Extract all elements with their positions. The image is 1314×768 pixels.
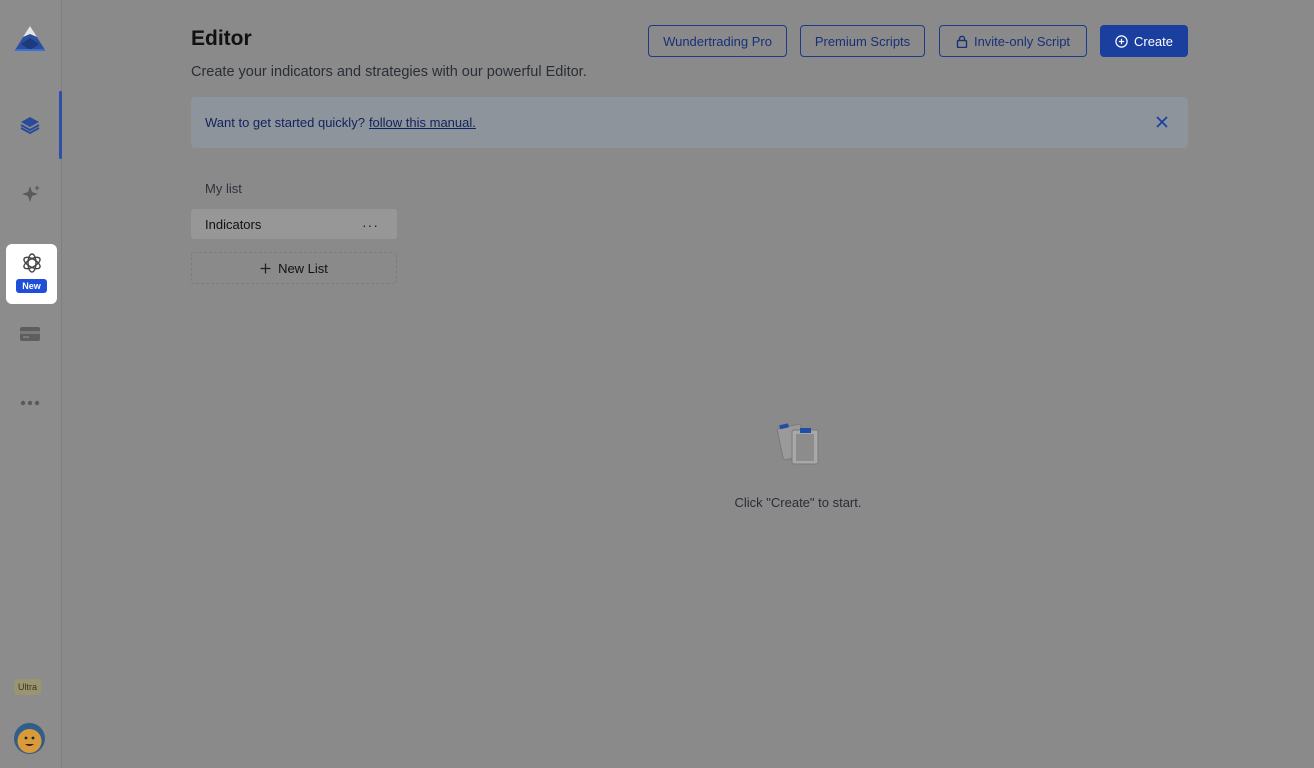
new-list-button[interactable]: New List	[191, 252, 397, 284]
page-subtitle: Create your indicators and strategies wi…	[191, 64, 587, 80]
plan-badge: Ultra	[14, 679, 42, 695]
sidebar-active-indicator	[59, 91, 62, 159]
avatar[interactable]	[14, 723, 45, 754]
list-item-menu-icon[interactable]: ···	[362, 217, 379, 233]
list-item-label: Indicators	[205, 216, 262, 232]
mountain-logo-icon[interactable]	[13, 24, 47, 54]
page-title: Editor	[191, 27, 252, 50]
premium-scripts-button[interactable]: Premium Scripts	[800, 25, 925, 57]
card-icon	[20, 327, 40, 341]
close-icon[interactable]	[1154, 114, 1170, 130]
sidebar-item-chatgpt[interactable]: New	[6, 244, 57, 304]
more-dots-icon	[20, 400, 40, 406]
wundertrading-pro-button[interactable]: Wundertrading Pro	[648, 25, 787, 57]
avatar-face-icon	[14, 723, 45, 754]
new-list-label: New List	[278, 260, 328, 276]
banner-text: Want to get started quickly?	[205, 115, 365, 130]
sidebar-item-billing[interactable]	[14, 318, 46, 350]
sidebar-item-layers[interactable]	[14, 109, 46, 141]
layers-icon	[20, 117, 40, 135]
sidebar-item-more[interactable]	[14, 387, 46, 419]
lock-icon	[956, 35, 968, 48]
sidebar: New Ultra	[0, 0, 62, 768]
premium-scripts-label: Premium Scripts	[814, 33, 911, 49]
invite-only-script-button[interactable]: Invite-only Script	[939, 25, 1087, 57]
create-button[interactable]: Create	[1100, 25, 1188, 57]
getting-started-banner: Want to get started quickly? follow this…	[191, 97, 1188, 148]
sparkles-icon	[22, 185, 40, 202]
invite-only-script-label: Invite-only Script	[973, 33, 1071, 49]
plus-icon	[260, 263, 271, 273]
sidebar-item-ai-tools[interactable]	[14, 178, 46, 210]
new-badge: New	[16, 279, 47, 293]
wundertrading-pro-label: Wundertrading Pro	[663, 33, 772, 49]
empty-state-text: Click "Create" to start.	[734, 495, 862, 510]
clipboard-icon	[776, 423, 819, 465]
plus-circle-icon	[1115, 34, 1128, 48]
list-item-indicators[interactable]: Indicators ···	[191, 209, 397, 239]
openai-icon	[22, 253, 41, 273]
manual-link[interactable]: follow this manual.	[369, 115, 476, 130]
create-label: Create	[1133, 33, 1174, 49]
my-list-heading: My list	[205, 181, 242, 196]
